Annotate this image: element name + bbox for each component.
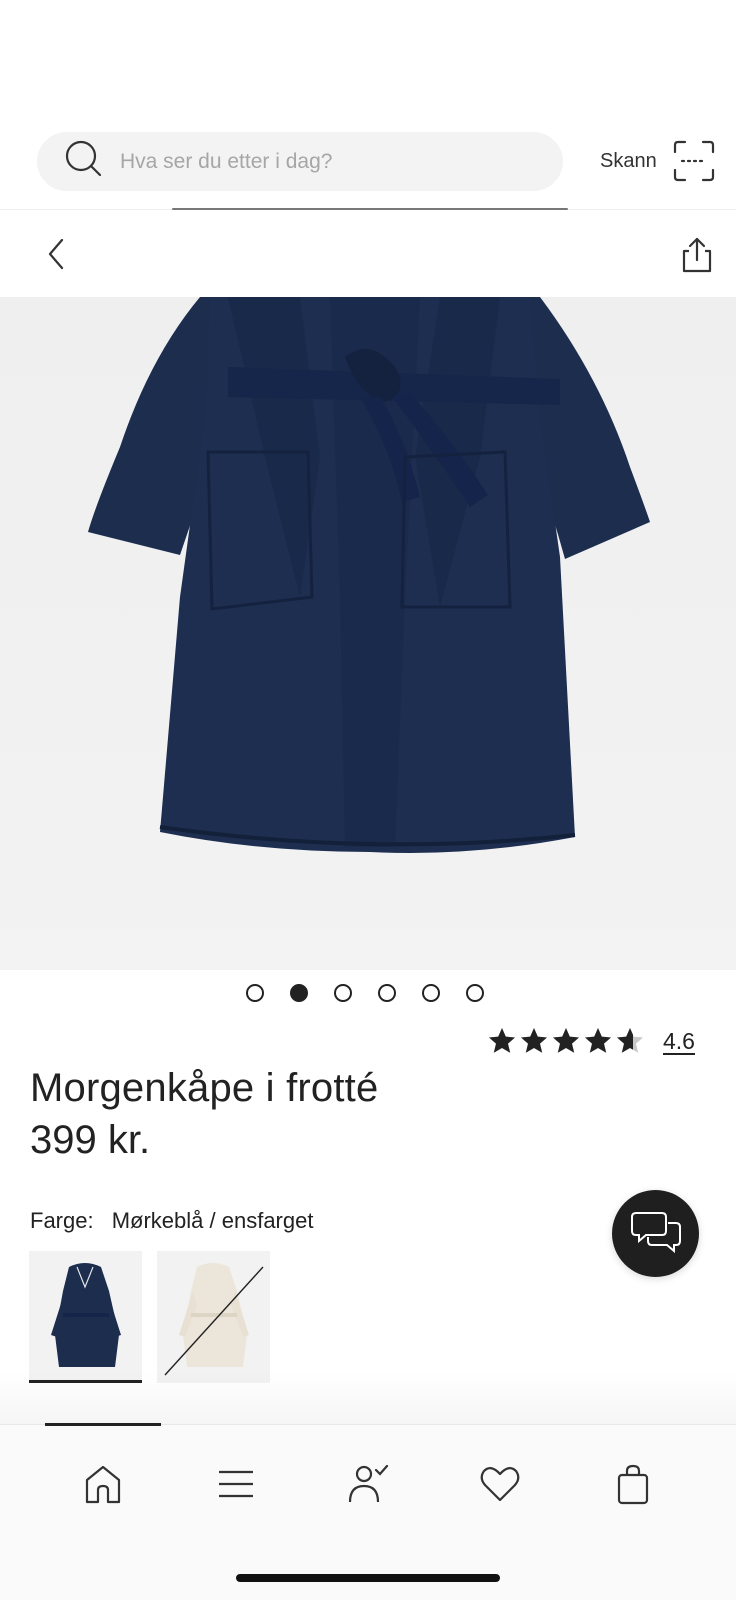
product-title: Morgenkåpe i frotté: [30, 1066, 379, 1110]
scan-icon[interactable]: [673, 140, 715, 182]
color-swatch-navy[interactable]: [29, 1251, 142, 1383]
share-button[interactable]: [678, 236, 716, 274]
star-icon: [553, 1028, 579, 1053]
carousel-dot[interactable]: [290, 984, 308, 1002]
scan-label[interactable]: Skann: [600, 150, 657, 173]
home-indicator: [236, 1574, 500, 1582]
bottom-shadow: [0, 1370, 736, 1425]
nav-active-indicator: [45, 1423, 161, 1426]
carousel-dot[interactable]: [334, 984, 352, 1002]
search-icon: [64, 139, 104, 184]
rating-value[interactable]: 4.6: [663, 1028, 695, 1055]
chat-icon: [630, 1207, 682, 1260]
search-input[interactable]: Hva ser du etter i dag?: [120, 150, 332, 174]
star-icon: [521, 1028, 547, 1053]
carousel-dots: [246, 984, 484, 1002]
color-swatch-white[interactable]: [157, 1251, 270, 1383]
carousel-dot[interactable]: [378, 984, 396, 1002]
carousel-dot[interactable]: [466, 984, 484, 1002]
heart-icon[interactable]: [478, 1462, 522, 1506]
star-icon: [617, 1028, 643, 1053]
product-price: 399 kr.: [30, 1118, 151, 1162]
color-value: Mørkeblå / ensfarget: [111, 1208, 314, 1233]
star-icon: [489, 1028, 515, 1053]
product-image[interactable]: [0, 297, 736, 970]
carousel-dot[interactable]: [422, 984, 440, 1002]
header-accent: [172, 208, 568, 210]
home-icon[interactable]: [81, 1462, 125, 1506]
account-icon[interactable]: [346, 1462, 390, 1506]
back-button[interactable]: [40, 236, 74, 272]
menu-icon[interactable]: [214, 1462, 258, 1506]
rating-stars: [487, 1026, 645, 1056]
chat-button[interactable]: [612, 1190, 699, 1277]
bag-icon[interactable]: [611, 1462, 655, 1506]
color-label: Farge:: [30, 1208, 94, 1233]
color-row: Farge: Mørkeblå / ensfarget: [30, 1208, 313, 1234]
search-bar[interactable]: Hva ser du etter i dag?: [37, 132, 563, 191]
rating[interactable]: 4.6: [487, 1026, 695, 1056]
star-icon: [585, 1028, 611, 1053]
carousel-dot[interactable]: [246, 984, 264, 1002]
robe-illustration: [88, 297, 650, 853]
product-page: Hva ser du etter i dag? Skann 4.6 Morgen…: [0, 0, 736, 1600]
